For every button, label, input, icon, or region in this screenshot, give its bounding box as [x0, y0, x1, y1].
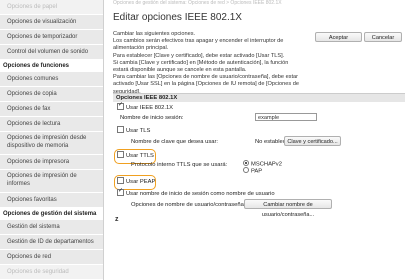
sidebar-item[interactable]: Gestión del sistema [0, 220, 103, 235]
sidebar-item[interactable]: Opciones de impresora [0, 155, 103, 170]
description-line: Cambiar las siguientes opciones. [113, 31, 196, 37]
accept-button[interactable]: Aceptar [315, 32, 362, 42]
description: Cambiar las siguientes opciones. Los cam… [113, 31, 303, 96]
sidebar-section-header: Opciones de gestión del sistema [0, 208, 103, 220]
ttls-option-mschapv2[interactable]: MSCHAPv2 [243, 160, 282, 168]
sidebar-item[interactable]: Gestión de ID de departamentos [0, 235, 103, 250]
sidebar-item[interactable]: Opciones comunes [0, 72, 103, 87]
mschapv2-label: MSCHAPv2 [251, 161, 282, 168]
ttls-protocol-label: Protocolo interno TTLS que se usará: [131, 162, 228, 168]
use-login-as-user-label: Usar nombre de inicio de sesión como nom… [126, 191, 275, 198]
login-name-label: Nombre de inicio sesión: [120, 115, 184, 121]
sidebar-item[interactable]: Opciones favoritas [0, 193, 103, 208]
sidebar-item[interactable]: Opciones de copia [0, 87, 103, 102]
page-title: Editar opciones IEEE 802.1X [113, 12, 242, 23]
key-name-label: Nombre de clave que desea usar: [131, 139, 219, 145]
use-tls-checkbox[interactable] [117, 126, 124, 133]
change-user-pw-button[interactable]: Cambiar nombre de usuario/contraseña... [244, 199, 332, 218]
sidebar-item[interactable]: Opciones de lectura [0, 117, 103, 132]
description-line: Para establecer [Clave y certificado], d… [113, 52, 285, 59]
sidebar-item[interactable]: Opciones de fax [0, 102, 103, 117]
use-ieee-row: Usar IEEE 802.1X [117, 101, 174, 112]
sidebar-item[interactable]: Opciones de temporizador [0, 30, 103, 45]
use-ieee-checkbox[interactable] [117, 101, 124, 110]
bottom-mark: z [115, 216, 119, 223]
use-peap-row: Usar PEAP [117, 177, 156, 186]
use-ttls-label: Usar TTLS [126, 153, 154, 160]
use-ttls-row: Usar TTLS [117, 151, 154, 160]
sidebar-item[interactable]: Opciones de visualización [0, 15, 103, 30]
use-tls-label: Usar TLS [126, 128, 151, 135]
sidebar-item[interactable]: Opciones de impresión de informes [0, 170, 103, 193]
main-panel: Opciones de gestión del sistema: Opcione… [110, 0, 410, 280]
sidebar-item[interactable]: Opciones de impresión desde dispositivo … [0, 132, 103, 155]
sidebar-item[interactable]: Opciones de seguridad [0, 265, 103, 280]
use-ttls-checkbox[interactable] [117, 151, 124, 158]
key-certificate-button[interactable]: Clave y certificado... [284, 136, 341, 146]
use-peap-label: Usar PEAP [126, 179, 156, 186]
use-login-as-user-row: Usar nombre de inicio de sesión como nom… [117, 187, 275, 198]
sidebar: Opciones de papel Opciones de visualizaci… [0, 0, 104, 280]
use-login-as-user-checkbox[interactable] [117, 187, 124, 196]
cancel-button[interactable]: Cancelar [364, 32, 402, 42]
breadcrumb: Opciones de gestión del sistema: Opcione… [113, 0, 282, 6]
ttls-option-pap[interactable]: PAP [243, 167, 263, 175]
use-ieee-label: Usar IEEE 802.1X [126, 105, 174, 112]
sidebar-item[interactable]: Opciones de papel [0, 0, 103, 15]
login-name-input[interactable]: example [255, 113, 317, 121]
use-tls-row: Usar TLS [117, 126, 151, 135]
pap-label: PAP [251, 168, 263, 175]
sidebar-item[interactable]: Control del volumen de sonido [0, 45, 103, 60]
use-peap-checkbox[interactable] [117, 177, 124, 184]
sidebar-item[interactable]: Opciones de red [0, 250, 103, 265]
section-header: Opciones IEEE 802.1X [113, 93, 405, 102]
pap-radio[interactable] [243, 167, 249, 173]
user-pw-label: Opciones de nombre de usuario/contraseña… [131, 202, 246, 208]
description-line: Los cambios serán efectivos tras apagar … [113, 38, 284, 52]
sidebar-section-header: Opciones de funciones [0, 60, 103, 72]
mschapv2-radio[interactable] [243, 160, 249, 166]
description-line: Si cambia [Clave y certificado] en [Méto… [113, 59, 289, 74]
